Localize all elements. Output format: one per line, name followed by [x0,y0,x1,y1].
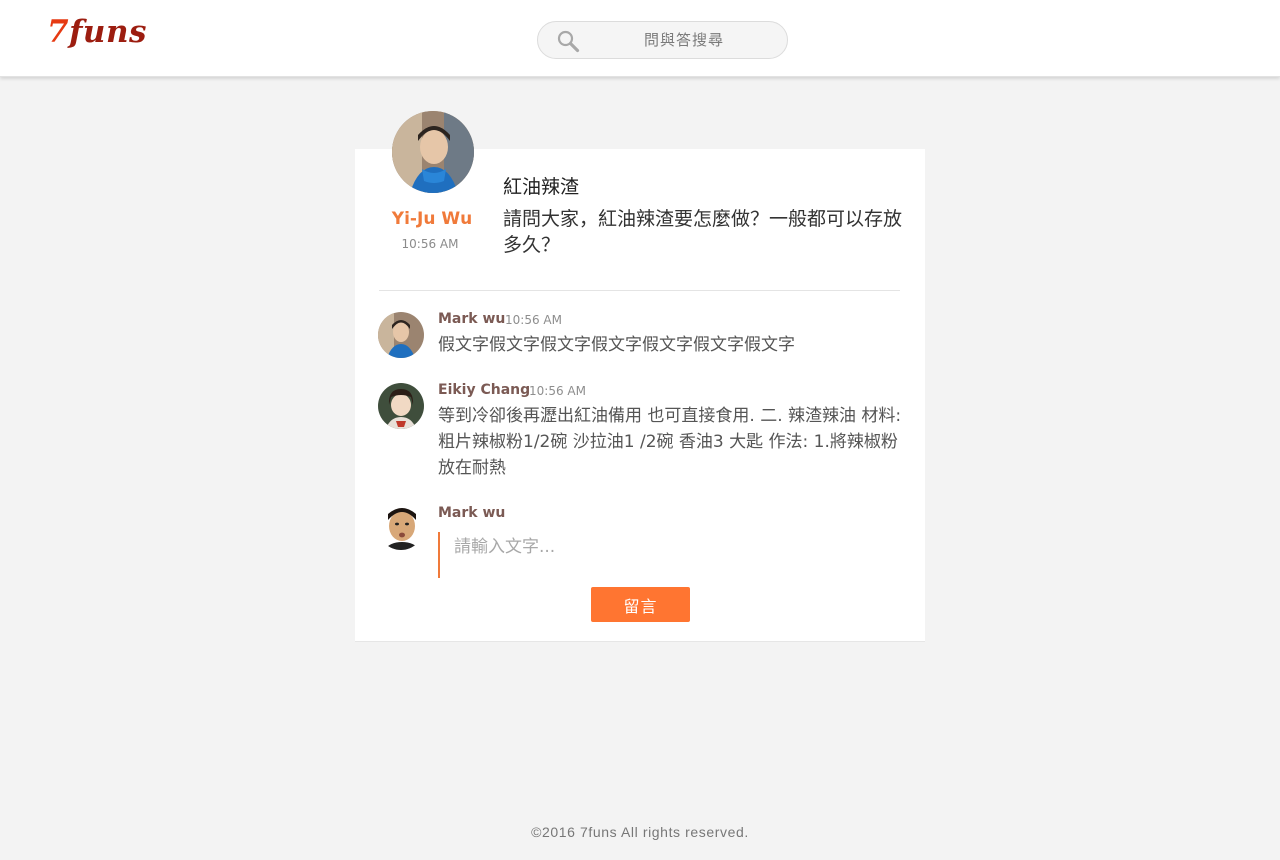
comment-text: 假文字假文字假文字假文字假文字假文字假文字 [438,335,795,355]
comment-time: 10:56 AM [505,313,562,327]
logo-seven: 7 [47,14,70,50]
current-user-avatar[interactable] [378,504,424,550]
commenter-avatar-image [378,312,424,358]
commenter-name[interactable]: Mark wu [438,311,505,327]
divider [379,290,900,291]
footer-copyright: ©2016 7funs All rights reserved. [531,824,749,840]
comment-time: 10:56 AM [529,384,586,398]
site-header: 7funs [0,0,1280,77]
comment-text: 等到冷卻後再瀝出紅油備用 也可直接食用. 二. 辣渣辣油 材料: 粗片辣椒粉1/… [438,406,902,478]
submit-comment-button[interactable]: 留言 [591,587,690,622]
reply-box[interactable] [438,532,898,578]
commenter-avatar[interactable] [378,383,424,429]
question-title: 紅油辣渣 [503,176,580,198]
site-logo[interactable]: 7funs [47,14,147,50]
author-time: 10:56 AM [401,237,459,251]
commenter-avatar-image [378,383,424,429]
commenter-avatar[interactable] [378,312,424,358]
current-user-avatar-image [378,504,424,550]
search-icon[interactable] [556,29,580,53]
author-name[interactable]: Yi-Ju Wu [380,209,484,229]
search-input[interactable] [594,28,774,52]
reply-input[interactable] [454,532,894,576]
commenter-name[interactable]: Eikiy Chang [438,382,530,398]
question-body: 請問大家，紅油辣渣要怎麼做？一般都可以存放多久？ [503,208,903,256]
reply-user-name: Mark wu [438,505,506,521]
author-avatar-image [392,111,474,193]
search-bar[interactable] [537,21,788,59]
author-avatar[interactable] [392,111,474,193]
logo-funs: funs [69,14,147,50]
